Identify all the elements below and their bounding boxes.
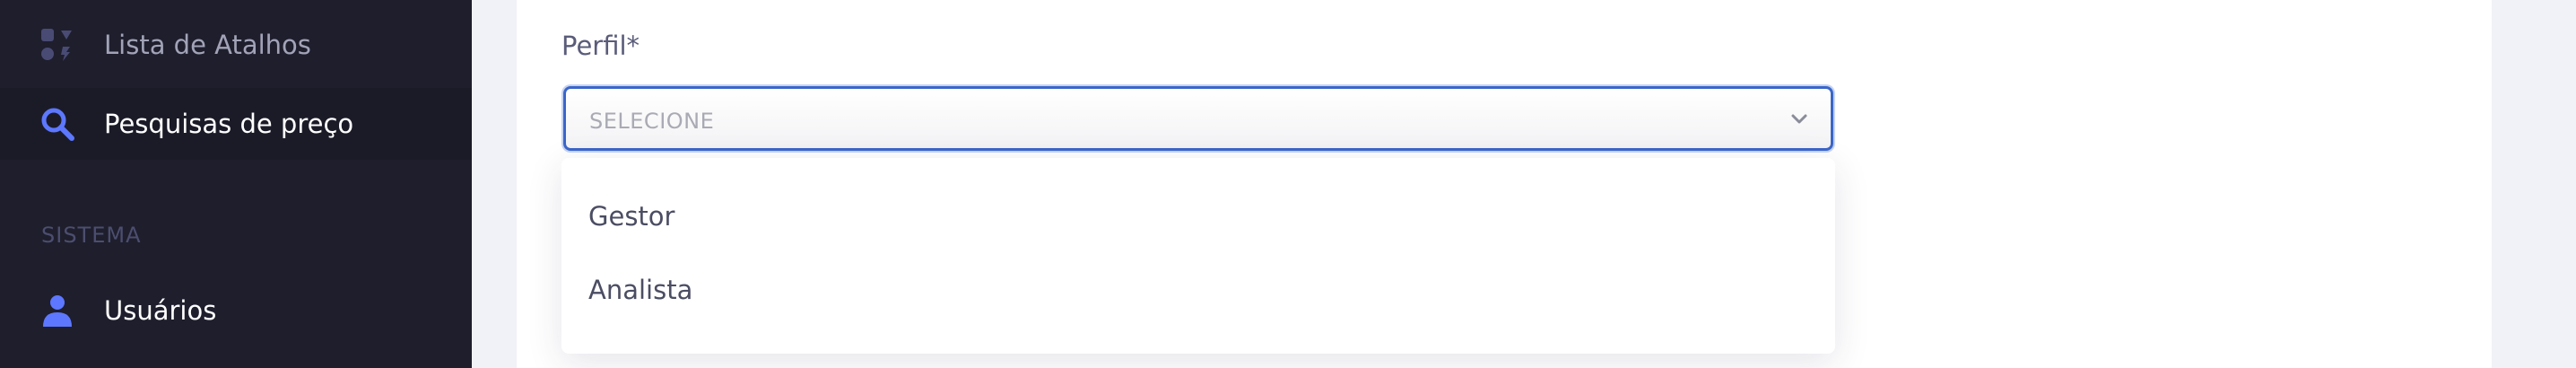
option-label: Gestor [588,201,675,232]
shortcuts-icon [39,27,75,63]
sidebar-item-label: Lista de Atalhos [104,30,311,60]
user-icon [39,293,75,329]
option-label: Analista [588,275,693,305]
sidebar-item-lista-de-atalhos[interactable]: Lista de Atalhos [0,9,472,81]
perfil-select-value: SELECIONE [589,109,715,134]
sidebar: Lista de Atalhos Pesquisas de preço SIST… [0,0,472,368]
search-icon [39,106,75,142]
perfil-label: Perfil* [561,31,640,61]
sidebar-item-label: Pesquisas de preço [104,109,354,139]
perfil-option-gestor[interactable]: Gestor [561,180,1835,253]
sidebar-item-pesquisas-de-preco[interactable]: Pesquisas de preço [0,88,472,160]
sidebar-section-title: SISTEMA [41,223,142,248]
perfil-dropdown-menu: Gestor Analista [561,158,1835,354]
perfil-option-analista[interactable]: Analista [561,253,1835,327]
chevron-down-icon [1788,107,1811,130]
perfil-select[interactable]: SELECIONE [563,86,1833,151]
sidebar-item-usuarios[interactable]: Usuários [0,275,472,346]
sidebar-item-label: Usuários [104,295,217,326]
